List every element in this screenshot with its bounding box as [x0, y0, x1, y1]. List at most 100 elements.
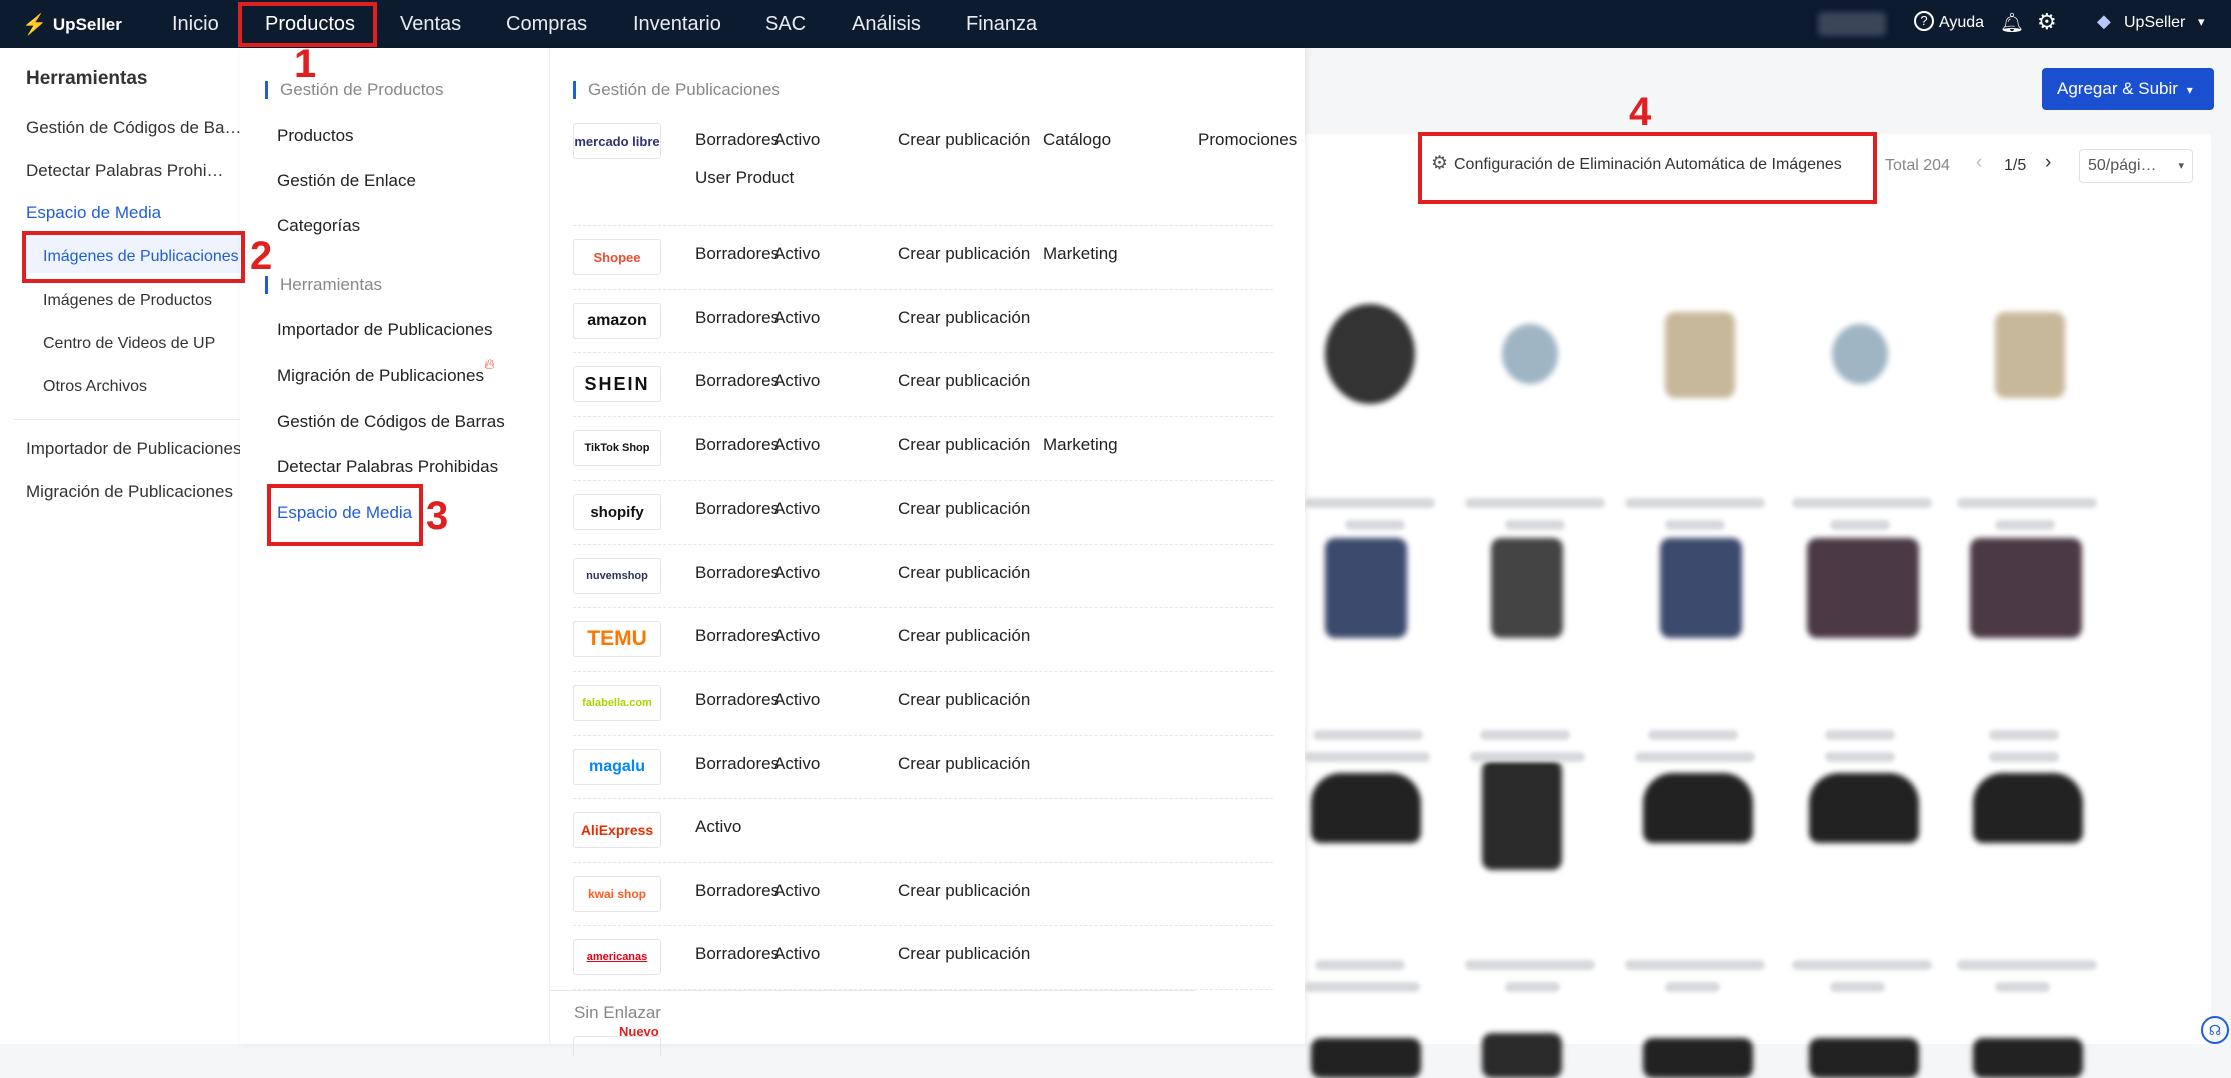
image-thumbnail[interactable] — [1482, 760, 1562, 870]
sidebar-item-other-files[interactable]: Otros Archivos — [43, 378, 147, 396]
platform-action-activo[interactable]: Activo — [774, 244, 820, 264]
platform-action-cat-logo[interactable]: Catálogo — [1043, 130, 1111, 150]
platform-action-crear-publicaci-n[interactable]: Crear publicación — [898, 308, 1030, 328]
image-thumbnail[interactable] — [1325, 304, 1415, 404]
image-thumbnail[interactable] — [1643, 773, 1753, 843]
platform-action-borradores[interactable]: Borradores — [695, 944, 779, 964]
nav-sac[interactable]: SAC — [765, 0, 806, 48]
image-thumbnail[interactable] — [1973, 1038, 2083, 1078]
image-thumbnail[interactable] — [1665, 312, 1735, 398]
platform-action-activo[interactable]: Activo — [774, 563, 820, 583]
platform-action-activo[interactable]: Activo — [774, 308, 820, 328]
nav-finanza[interactable]: Finanza — [966, 0, 1037, 48]
image-thumbnail[interactable] — [1660, 538, 1742, 638]
support-headset-icon[interactable]: ☊ — [2201, 1016, 2229, 1044]
platform-action-activo[interactable]: Activo — [774, 944, 820, 964]
platform-action-activo[interactable]: Activo — [695, 817, 741, 837]
image-thumbnail[interactable] — [1502, 324, 1558, 384]
image-thumbnail[interactable] — [1809, 1038, 1919, 1078]
platform-action-crear-publicaci-n[interactable]: Crear publicación — [898, 371, 1030, 391]
chevron-down-icon[interactable]: ▾ — [2198, 14, 2205, 30]
platform-action-borradores[interactable]: Borradores — [695, 308, 779, 328]
menu-link-importer[interactable]: Importador de Publicaciones — [277, 320, 492, 340]
image-thumbnail[interactable] — [1832, 324, 1888, 384]
image-thumbnail[interactable] — [1311, 1038, 1421, 1078]
sidebar-item-prohibited-words[interactable]: Detectar Palabras Prohi… — [26, 161, 223, 181]
platform-action-crear-publicaci-n[interactable]: Crear publicación — [898, 244, 1030, 264]
image-thumbnail[interactable] — [1970, 538, 2082, 638]
per-page-select[interactable]: 50/pági… ▾ — [2079, 149, 2193, 183]
nav-inventario[interactable]: Inventario — [633, 0, 721, 48]
image-caption — [1665, 520, 1725, 530]
platform-action-activo[interactable]: Activo — [774, 371, 820, 391]
upseller-logo[interactable]: ⚡ UpSeller — [22, 12, 122, 37]
platform-action-borradores[interactable]: Borradores — [695, 244, 779, 264]
platform-action-activo[interactable]: Activo — [774, 435, 820, 455]
platform-action-borradores[interactable]: Borradores — [695, 499, 779, 519]
platform-action-crear-publicaci-n[interactable]: Crear publicación — [898, 435, 1030, 455]
image-caption — [1305, 982, 1420, 992]
sidebar-item-importer[interactable]: Importador de Publicaciones — [26, 439, 241, 459]
gear-icon[interactable]: ⚙ — [2037, 9, 2057, 35]
prev-page-icon[interactable]: ‹ — [1976, 152, 1982, 174]
image-thumbnail[interactable] — [1973, 773, 2083, 843]
platform-action-crear-publicaci-n[interactable]: Crear publicación — [898, 754, 1030, 774]
account-name[interactable]: UpSeller — [2124, 14, 2185, 32]
platform-action-crear-publicaci-n[interactable]: Crear publicación — [898, 563, 1030, 583]
help-link[interactable]: Ayuda — [1939, 14, 1984, 32]
image-thumbnail[interactable] — [1643, 1038, 1753, 1078]
image-thumbnail[interactable] — [1491, 538, 1563, 638]
menu-link-categories[interactable]: Categorías — [277, 216, 360, 236]
image-thumbnail[interactable] — [1325, 538, 1407, 638]
image-thumbnail[interactable] — [1995, 312, 2065, 398]
image-thumbnail[interactable] — [1809, 773, 1919, 843]
nav-analisis[interactable]: Análisis — [852, 0, 921, 48]
platform-action-user-product[interactable]: User Product — [695, 168, 794, 188]
platform-action-borradores[interactable]: Borradores — [695, 435, 779, 455]
platform-action-crear-publicaci-n[interactable]: Crear publicación — [898, 690, 1030, 710]
sidebar-item-product-images[interactable]: Imágenes de Productos — [43, 292, 212, 310]
nav-ventas[interactable]: Ventas — [400, 0, 461, 48]
image-caption — [1470, 752, 1585, 762]
next-page-icon[interactable]: › — [2045, 152, 2051, 174]
sidebar-item-barcodes[interactable]: Gestión de Códigos de Ba… — [26, 118, 241, 138]
platform-action-borradores[interactable]: Borradores — [695, 881, 779, 901]
bell-icon[interactable]: 🔔︎ — [2000, 11, 2024, 35]
menu-link-products[interactable]: Productos — [277, 126, 354, 146]
platform-action-crear-publicaci-n[interactable]: Crear publicación — [898, 944, 1030, 964]
blurred-store-selector[interactable] — [1818, 12, 1886, 36]
platform-action-borradores[interactable]: Borradores — [695, 371, 779, 391]
platform-action-promociones[interactable]: Promociones — [1198, 130, 1297, 150]
sidebar-item-migration[interactable]: Migración de Publicaciones — [26, 482, 233, 502]
platform-action-crear-publicaci-n[interactable]: Crear publicación — [898, 499, 1030, 519]
image-thumbnail[interactable] — [1482, 1033, 1562, 1078]
platform-action-activo[interactable]: Activo — [774, 626, 820, 646]
sidebar-item-video-center[interactable]: Centro de Videos de UP — [43, 335, 215, 353]
platform-action-crear-publicaci-n[interactable]: Crear publicación — [898, 626, 1030, 646]
sidebar-item-media-space[interactable]: Espacio de Media — [26, 203, 161, 223]
platform-action-marketing[interactable]: Marketing — [1043, 435, 1118, 455]
help-icon[interactable]: ? — [1914, 11, 1934, 31]
upload-button[interactable]: Agregar & Subir ▾ — [2042, 68, 2214, 110]
platform-action-activo[interactable]: Activo — [774, 499, 820, 519]
platform-action-borradores[interactable]: Borradores — [695, 626, 779, 646]
menu-link-link-management[interactable]: Gestión de Enlace — [277, 171, 416, 191]
platform-action-activo[interactable]: Activo — [774, 690, 820, 710]
menu-link-migration[interactable]: Migración de Publicaciones — [277, 366, 484, 386]
menu-link-barcodes[interactable]: Gestión de Códigos de Barras — [277, 412, 505, 432]
nav-inicio[interactable]: Inicio — [172, 0, 219, 48]
nav-compras[interactable]: Compras — [506, 0, 587, 48]
platform-action-borradores[interactable]: Borradores — [695, 130, 779, 150]
platform-action-crear-publicaci-n[interactable]: Crear publicación — [898, 130, 1030, 150]
platform-action-borradores[interactable]: Borradores — [695, 563, 779, 583]
platform-action-activo[interactable]: Activo — [774, 881, 820, 901]
platform-action-borradores[interactable]: Borradores — [695, 754, 779, 774]
platform-action-borradores[interactable]: Borradores — [695, 690, 779, 710]
platform-action-crear-publicaci-n[interactable]: Crear publicación — [898, 881, 1030, 901]
image-thumbnail[interactable] — [1311, 773, 1421, 843]
image-thumbnail[interactable] — [1807, 538, 1919, 638]
platform-action-activo[interactable]: Activo — [774, 754, 820, 774]
platform-action-activo[interactable]: Activo — [774, 130, 820, 150]
menu-link-prohibited-words[interactable]: Detectar Palabras Prohibidas — [277, 457, 498, 477]
platform-action-marketing[interactable]: Marketing — [1043, 244, 1118, 264]
